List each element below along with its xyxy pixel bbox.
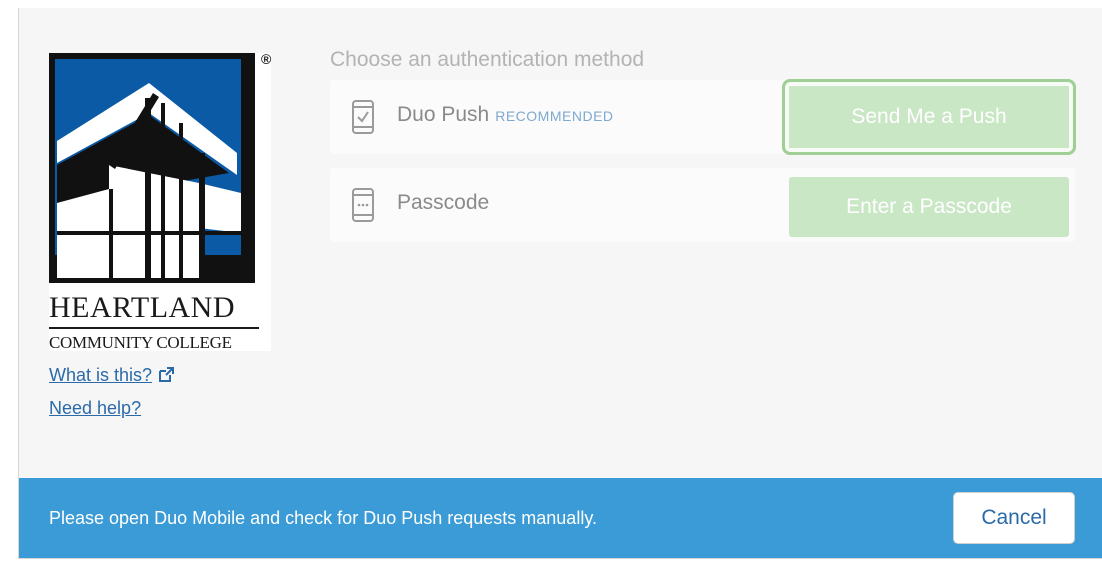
passcode-label: Passcode — [397, 191, 490, 214]
send-push-button[interactable]: Send Me a Push — [782, 79, 1076, 155]
recommended-badge: RECOMMENDED — [495, 108, 614, 124]
auth-method-heading: Choose an authentication method — [330, 48, 645, 71]
status-message: Please open Duo Mobile and check for Duo… — [49, 508, 597, 528]
logo-subtitle: COMMUNITY COLLEGE — [49, 333, 232, 352]
what-is-this-label: What is this? — [49, 365, 153, 385]
external-link-icon — [159, 367, 175, 382]
duo-auth-frame: ® HEARTLAND COMMUNITY COLLEGE What is th… — [18, 8, 1102, 559]
auth-method-row-passcode: Passcode Enter a Passcode — [330, 168, 1075, 242]
phone-check-icon — [352, 100, 374, 134]
need-help-link[interactable]: Need help? — [49, 398, 141, 419]
building-logo-icon — [49, 53, 255, 283]
duo-push-label: Duo Push RECOMMENDED — [397, 103, 614, 127]
status-footer: Please open Duo Mobile and check for Duo… — [19, 478, 1102, 558]
cancel-button[interactable]: Cancel — [953, 492, 1075, 544]
logo-name: HEARTLAND — [49, 291, 259, 329]
enter-passcode-button[interactable]: Enter a Passcode — [789, 177, 1069, 237]
college-logo: ® HEARTLAND COMMUNITY COLLEGE — [49, 51, 272, 352]
duo-push-label-text: Duo Push — [397, 103, 490, 126]
what-is-this-link[interactable]: What is this? — [49, 365, 175, 386]
auth-method-row-duo-push: Duo Push RECOMMENDED Send Me a Push — [330, 79, 1076, 155]
registered-mark: ® — [261, 51, 272, 67]
phone-passcode-icon — [352, 188, 374, 222]
